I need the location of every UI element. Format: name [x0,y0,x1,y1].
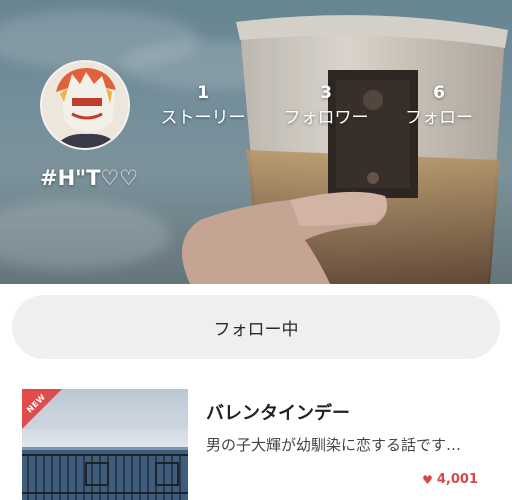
avatar-image [42,62,128,148]
story-description: 男の子大輝が幼馴染に恋する話です… [206,436,462,454]
heart-icon: ♥ [422,472,433,487]
avatar[interactable] [40,60,130,150]
stat-following-count: 6 [433,83,445,103]
stat-following-label: フォロー [405,108,473,128]
username: #H"T♡♡ [40,166,139,190]
story-thumbnail[interactable]: NEW [22,389,188,500]
story-likes: ♥ 4,001 [422,472,478,487]
stat-stories-label: ストーリー [160,108,246,128]
stat-followers-count: 3 [320,83,332,103]
story-likes-count: 4,001 [436,472,478,487]
stat-stories-count: 1 [197,83,209,103]
story-title[interactable]: バレンタインデー [206,399,350,425]
stat-followers[interactable]: 3 フォロワー [276,82,376,132]
story-list-item[interactable]: NEW バレンタインデー 男の子大輝が幼馴染に恋する話です… ♥ 4,001 [0,376,512,500]
following-button[interactable]: フォロー中 [12,295,500,359]
stat-following[interactable]: 6 フォロー [398,82,480,132]
stat-followers-label: フォロワー [283,108,369,128]
stat-stories[interactable]: 1 ストーリー [155,82,251,132]
